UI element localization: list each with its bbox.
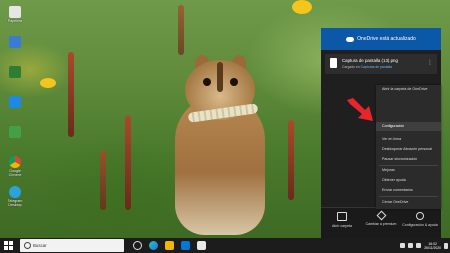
desktop-icon-label: Google Chrome [8, 169, 22, 177]
onedrive-footer: Abrir carpeta Cambiar a premium Configur… [321, 207, 441, 239]
store-icon[interactable] [197, 241, 206, 250]
open-folder-button[interactable]: Abrir carpeta [323, 212, 361, 228]
file-icon [330, 58, 337, 68]
search-placeholder: Buscar [33, 243, 47, 248]
menu-separator [379, 196, 438, 197]
file-explorer-icon[interactable] [165, 241, 174, 250]
start-button[interactable] [4, 241, 13, 250]
windows-logo-icon [4, 246, 8, 250]
file-location-prefix: Cargado en [342, 65, 361, 69]
windows-logo-icon [9, 241, 13, 245]
yellow-flower [40, 78, 56, 88]
notifications-icon[interactable] [444, 242, 448, 249]
clock-date: 26/11/2020 [424, 245, 441, 250]
menu-item-unlock-vault[interactable]: Desbloquear Almacén personal [376, 145, 441, 154]
taskbar: Buscar 16:02 26/11/2020 [0, 238, 450, 253]
menu-item-get-help[interactable]: Obtener ayuda [376, 176, 441, 185]
yellow-flower [292, 0, 312, 14]
system-tray: 16:02 26/11/2020 [400, 239, 448, 252]
menu-item-open-folder[interactable]: Abrir la carpeta de OneDrive [376, 85, 441, 94]
desktop-icon-app[interactable] [3, 126, 27, 154]
grass-stalk [68, 52, 74, 137]
desktop-icon-telegram[interactable]: Telegram Desktop [3, 186, 27, 214]
onedrive-tray-icon[interactable] [400, 243, 406, 248]
desktop-icon-label: Telegram Desktop [7, 199, 23, 207]
file-name: Captura de pantalla (13).png [342, 58, 398, 63]
app-icon [9, 126, 21, 138]
gear-icon [416, 212, 424, 220]
desktop-icon-app[interactable] [3, 66, 27, 94]
folder-icon [337, 212, 347, 221]
network-icon[interactable] [408, 243, 414, 248]
desktop-icon-app[interactable] [3, 96, 27, 124]
menu-item-view-online[interactable]: Ver en línea [376, 135, 441, 144]
desktop-icon-chrome[interactable]: Google Chrome [3, 156, 27, 184]
volume-icon[interactable] [416, 243, 422, 248]
recycle-bin-icon [9, 6, 21, 18]
more-options-icon[interactable]: ⋮ [427, 59, 433, 66]
telegram-icon [9, 186, 21, 198]
mail-icon[interactable] [181, 241, 190, 250]
clock[interactable]: 16:02 26/11/2020 [424, 242, 441, 250]
grass-stalk [288, 120, 294, 200]
chipmunk-stripe [217, 62, 223, 92]
grass-stalk [100, 150, 106, 210]
onedrive-header: OneDrive está actualizado [321, 28, 441, 50]
grass-stalk [178, 5, 184, 55]
go-premium-label: Cambiar a premium [365, 222, 397, 226]
settings-help-button[interactable]: Configuración & ayuda [401, 212, 439, 227]
grass-stalk [125, 115, 131, 210]
search-icon [24, 242, 31, 249]
menu-item-close-onedrive[interactable]: Cerrar OneDrive [376, 198, 441, 207]
file-location-link[interactable]: Capturas de pantalla [361, 65, 392, 69]
menu-item-upgrade[interactable]: Mejoras [376, 166, 441, 175]
desktop-icon-recycle-bin[interactable]: Papelera [3, 6, 27, 34]
menu-item-pause-sync[interactable]: Pausar sincronización [376, 155, 441, 164]
diamond-icon [376, 210, 386, 221]
chrome-icon [9, 156, 21, 168]
settings-help-label: Configuración & ayuda [402, 223, 438, 227]
go-premium-button[interactable]: Cambiar a premium [362, 210, 400, 226]
app-icon [9, 66, 21, 78]
menu-item-send-feedback[interactable]: Enviar comentarios [376, 186, 441, 195]
file-location: Cargado en Capturas de pantalla [342, 65, 392, 69]
open-folder-label: Abrir carpeta [331, 224, 353, 228]
taskbar-search-box[interactable]: Buscar [20, 239, 124, 252]
app-icon [9, 96, 21, 108]
edge-icon[interactable] [149, 241, 158, 250]
windows-logo-icon [9, 246, 13, 250]
task-view-icon[interactable] [133, 241, 142, 250]
red-arrow-annotation [347, 98, 373, 121]
desktop-icon-label: Papelera [7, 19, 23, 23]
onedrive-context-menu: Abrir la carpeta de OneDrive Configuraci… [376, 85, 441, 209]
desktop-icon-app[interactable] [3, 36, 27, 64]
app-icon [9, 36, 21, 48]
chipmunk-eye [230, 78, 238, 86]
windows-logo-icon [4, 241, 8, 245]
onedrive-status-text: OneDrive está actualizado [357, 36, 416, 42]
desktop-icons: Papelera Google Chrome Telegram Desktop [3, 4, 27, 215]
menu-item-settings[interactable]: Configuración [376, 122, 441, 131]
recent-file-item[interactable]: Captura de pantalla (13).png Cargado en … [325, 54, 437, 74]
cloud-icon [346, 36, 355, 42]
chipmunk-eye [203, 78, 211, 86]
